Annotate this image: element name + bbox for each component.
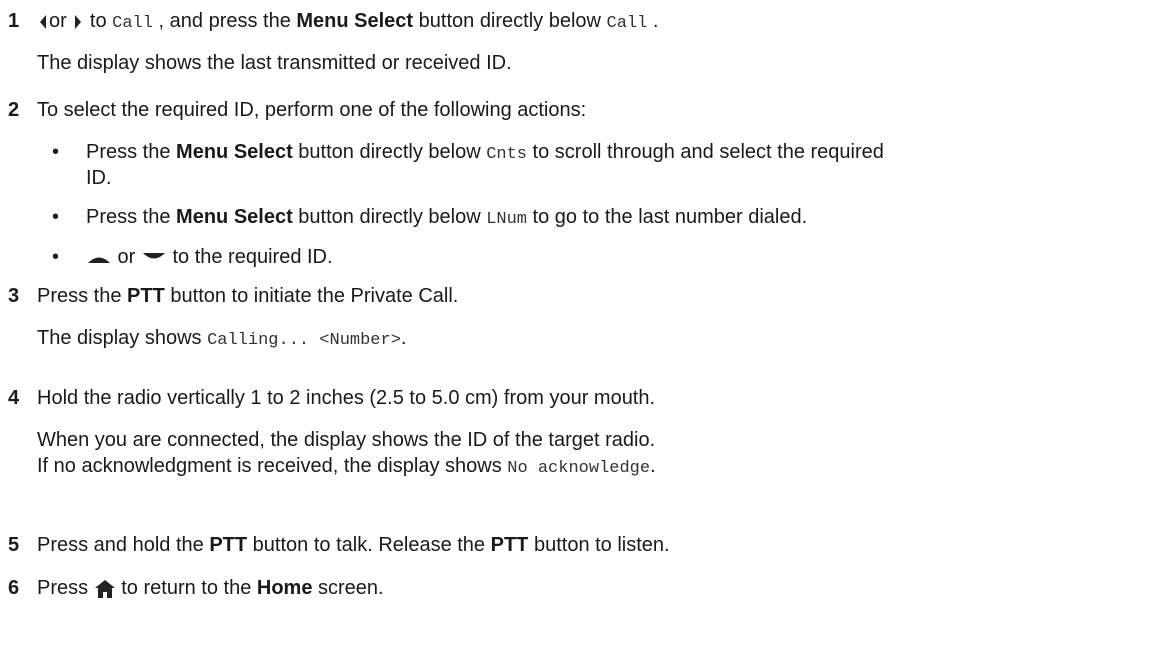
code-call-2: Call bbox=[606, 14, 648, 33]
bold-menu-select: Menu Select bbox=[176, 206, 293, 228]
text-post: button to listen. bbox=[528, 534, 670, 556]
text-pre: Press the bbox=[37, 285, 128, 307]
step-number: 6 bbox=[8, 577, 20, 599]
text-pre: Press and hold the bbox=[37, 534, 210, 556]
or-word: or bbox=[49, 10, 67, 32]
note-post: . bbox=[400, 327, 407, 349]
text-post: to the required ID. bbox=[166, 246, 333, 268]
text-end: screen. bbox=[312, 577, 384, 599]
code-calling: Calling... <Number> bbox=[207, 331, 401, 350]
bullet-dot: • bbox=[52, 206, 60, 228]
bullet-dot: • bbox=[52, 246, 60, 268]
or-word: or bbox=[112, 246, 141, 268]
left-arrow-icon bbox=[40, 14, 46, 29]
bold-ptt-2: PTT bbox=[490, 534, 529, 556]
note-text: The display shows the last transmitted o… bbox=[37, 52, 512, 74]
step-number: 3 bbox=[8, 285, 20, 307]
text-mid: , and press the bbox=[152, 10, 297, 32]
text-after: button directly below bbox=[413, 10, 607, 32]
step-text: Hold the radio vertically 1 to 2 inches … bbox=[37, 387, 656, 409]
step-text: or to Call , and press the Menu Select b… bbox=[37, 8, 658, 37]
step-number: 2 bbox=[8, 99, 20, 121]
bold-home: Home bbox=[256, 577, 313, 599]
bullet-dot: • bbox=[52, 141, 60, 163]
code-cnts: Cnts bbox=[486, 145, 527, 164]
text-post: to scroll through and select the require… bbox=[527, 141, 884, 163]
text-post: to go to the last number dialed. bbox=[527, 206, 808, 228]
text-mid: button to talk. Release the bbox=[247, 534, 491, 556]
text-post: to return to the bbox=[115, 577, 257, 599]
bullet-text: Press the Menu Select button directly be… bbox=[86, 204, 807, 233]
up-arrow-icon bbox=[88, 257, 110, 263]
bold-ptt: PTT bbox=[209, 534, 248, 556]
step-text: Press and hold the PTT button to talk. R… bbox=[37, 532, 670, 558]
right-arrow-icon bbox=[75, 14, 82, 29]
step-text: Press to return to the Home screen. bbox=[37, 575, 384, 601]
text-mid: button directly below bbox=[292, 206, 487, 228]
text-mid: button directly below bbox=[292, 141, 487, 163]
step-text: To select the required ID, perform one o… bbox=[37, 99, 587, 121]
note-text: If no acknowledgment is received, the di… bbox=[37, 453, 656, 482]
bold-menu-select: Menu Select bbox=[296, 10, 414, 32]
code-lnum: LNum bbox=[486, 210, 527, 229]
text-pre: Press bbox=[37, 577, 94, 599]
step-text: Press the PTT button to initiate the Pri… bbox=[37, 283, 458, 309]
bold-ptt: PTT bbox=[127, 285, 165, 307]
bold-menu-select: Menu Select bbox=[176, 141, 293, 163]
text-to: to bbox=[84, 10, 113, 32]
bullet-text: Press the Menu Select button directly be… bbox=[86, 139, 884, 168]
bullet-text: or to the required ID. bbox=[86, 244, 333, 270]
note-pre: If no acknowledgment is received, the di… bbox=[37, 455, 508, 477]
text-pre: Press the bbox=[86, 206, 177, 228]
text-end: . bbox=[647, 10, 659, 32]
home-icon bbox=[94, 579, 115, 598]
bullet-wrap-text: ID. bbox=[86, 167, 112, 189]
step-number: 4 bbox=[8, 387, 20, 409]
down-arrow-icon bbox=[142, 252, 165, 259]
note-text: When you are connected, the display show… bbox=[37, 429, 656, 451]
step-number: 1 bbox=[8, 10, 20, 32]
code-call: Call bbox=[112, 14, 153, 33]
step-number: 5 bbox=[8, 534, 20, 556]
note-pre: The display shows bbox=[37, 327, 208, 349]
text-pre: Press the bbox=[86, 141, 177, 163]
note-post: . bbox=[650, 455, 656, 477]
code-no-acknowledge: No acknowledge bbox=[507, 459, 651, 478]
text-post: button to initiate the Private Call. bbox=[164, 285, 459, 307]
note-text: The display shows Calling... <Number>. bbox=[37, 325, 406, 354]
